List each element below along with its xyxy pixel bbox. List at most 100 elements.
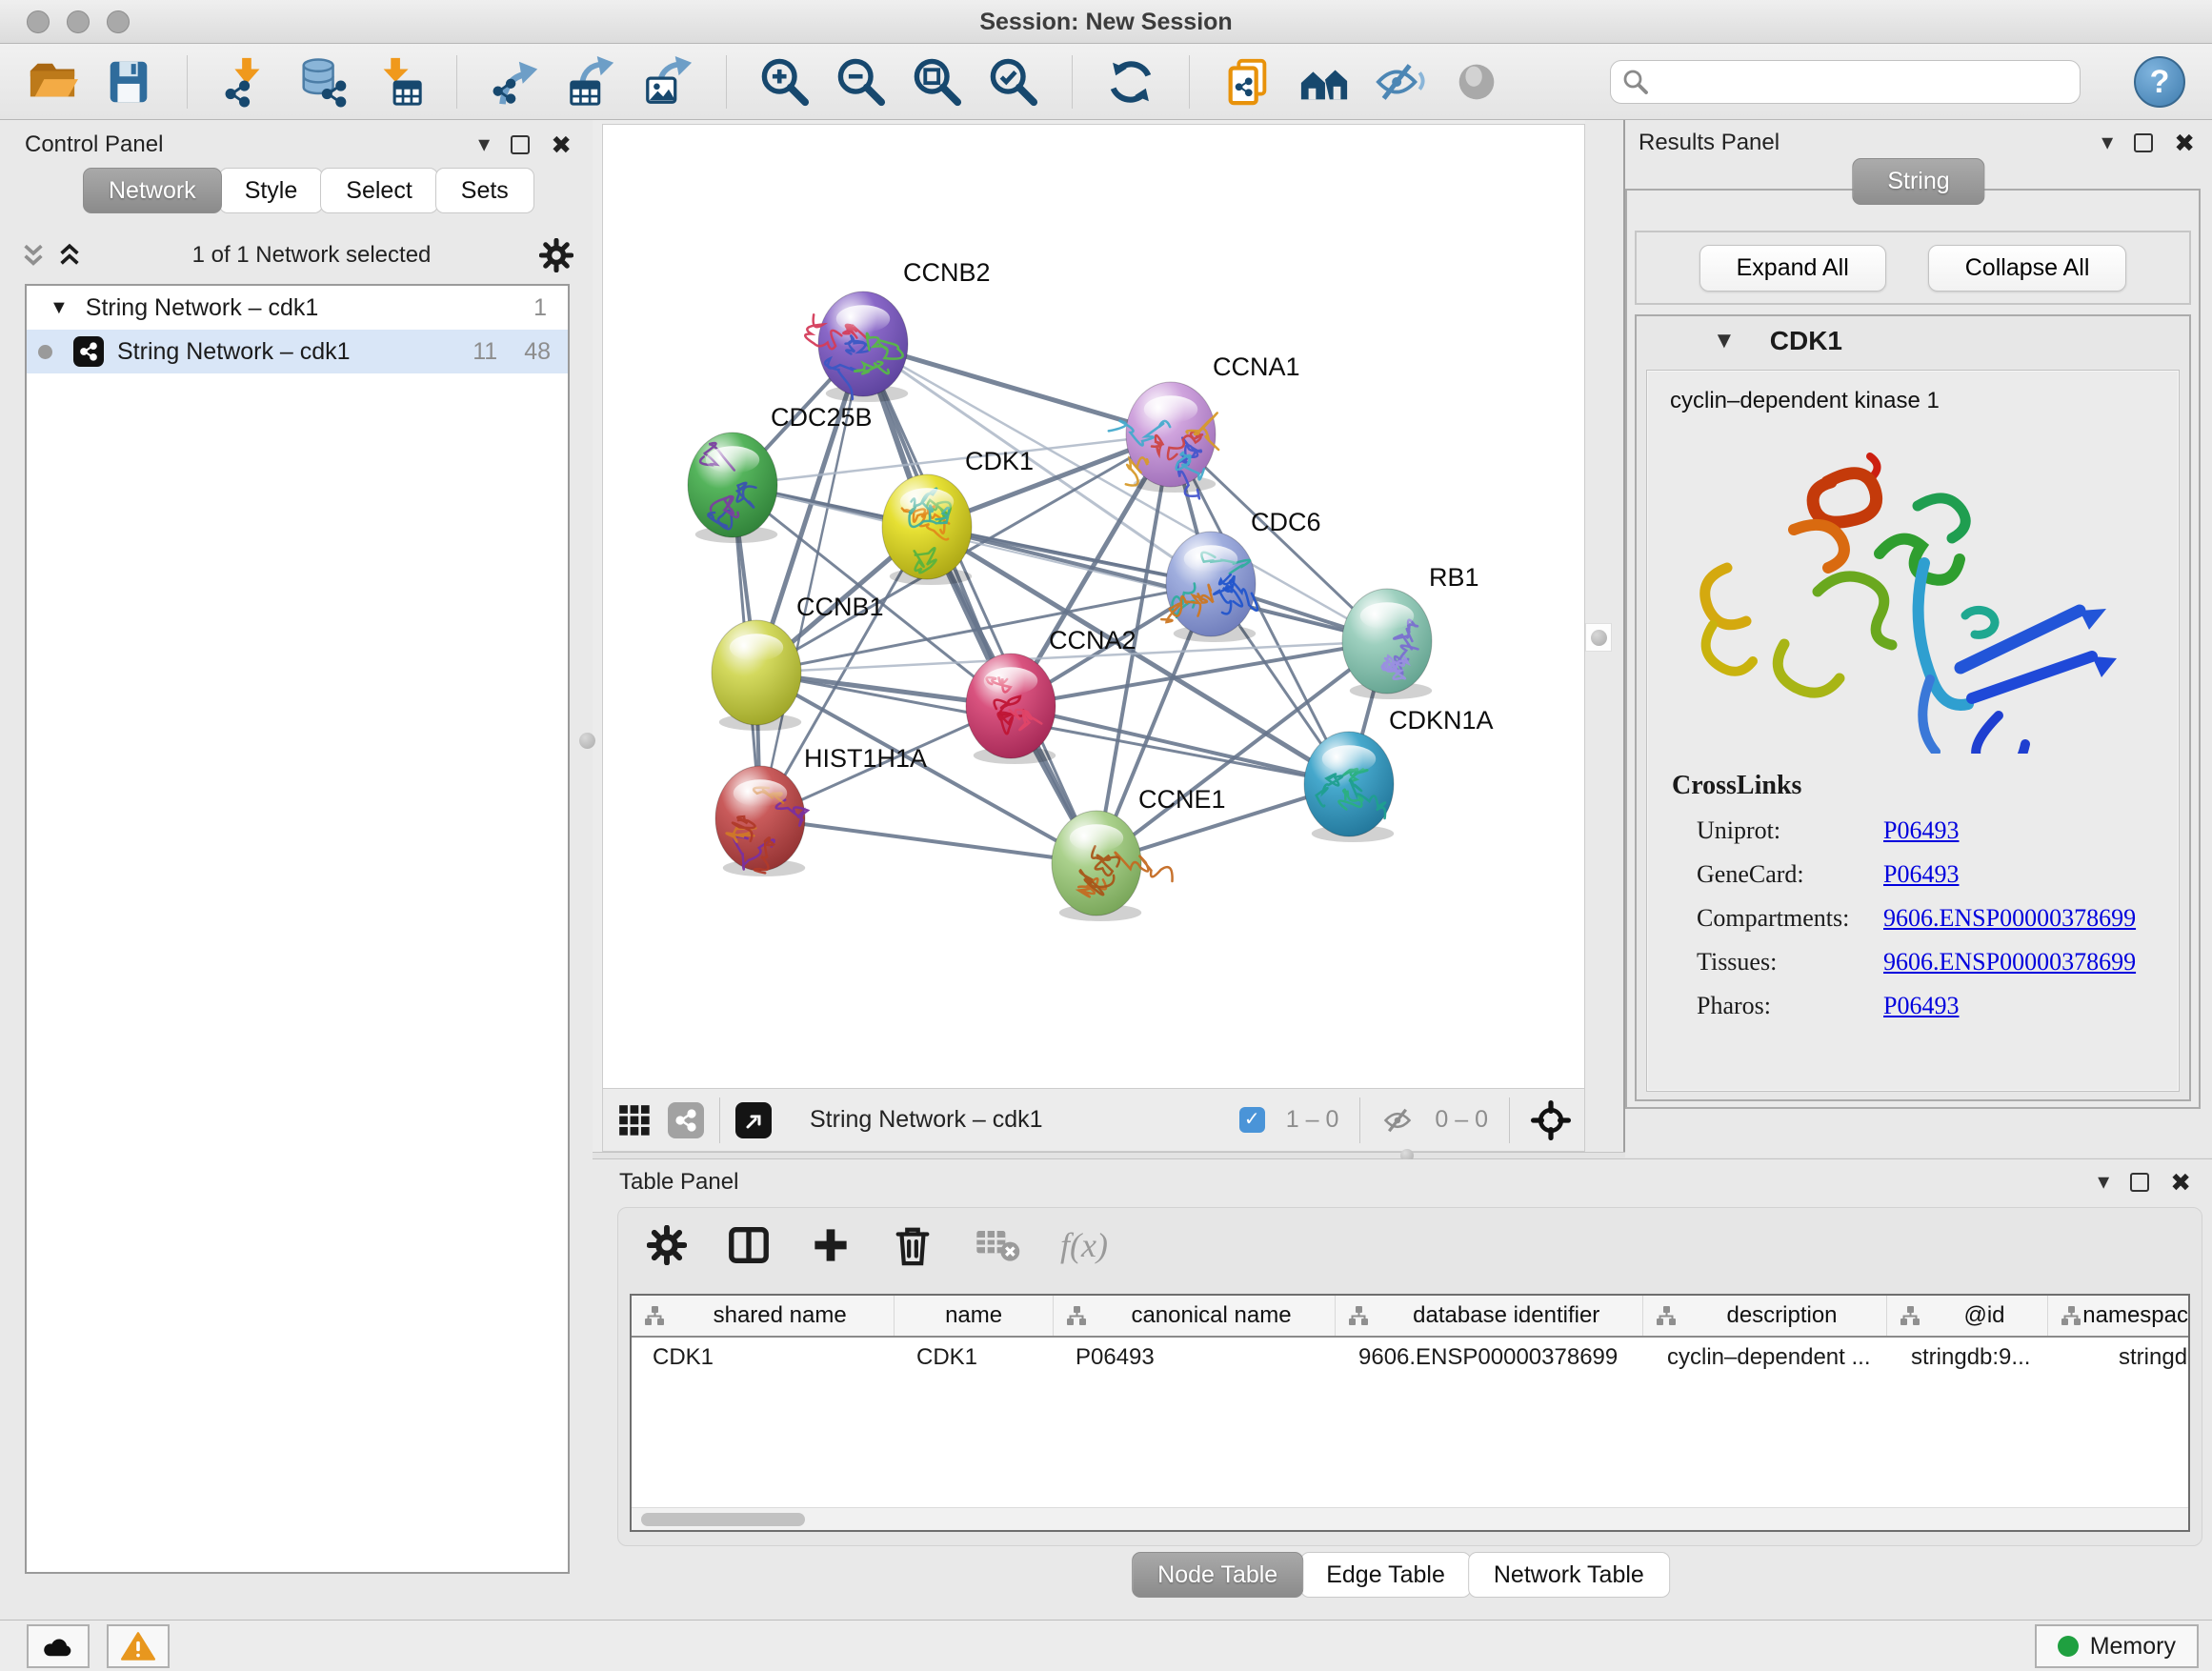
- crosslink-label: Compartments:: [1697, 904, 1883, 933]
- selected-nodes-checkbox-icon[interactable]: ✓: [1239, 1107, 1265, 1133]
- close-panel-icon[interactable]: ✖: [551, 132, 572, 157]
- float-panel-icon[interactable]: [2134, 133, 2153, 152]
- birds-eye-toggle-icon[interactable]: [735, 1102, 772, 1138]
- network-share-view-icon[interactable]: [668, 1102, 704, 1138]
- network-node-CCNA1[interactable]: CCNA1: [1109, 352, 1300, 498]
- control-panel: Control Panel ▾ ✖ Network Style Select S…: [0, 120, 593, 1620]
- cell-name: CDK1: [895, 1344, 1055, 1371]
- column-header-description[interactable]: description: [1643, 1296, 1886, 1336]
- network-node-HIST1H1A[interactable]: HIST1H1A: [715, 744, 927, 876]
- cell-description: cyclin–dependent ...: [1646, 1344, 1890, 1371]
- crosslink-tissues[interactable]: 9606.ENSP00000378699: [1883, 948, 2156, 976]
- tree-expander-icon[interactable]: ▼: [50, 297, 69, 319]
- collapse-panel-icon[interactable]: ▾: [2098, 1171, 2109, 1194]
- network-graph[interactable]: CCNB2CCNA1CDC25BCDK1CDC6RB1CCNB1CCNA2CDK…: [603, 125, 1584, 1088]
- help-button[interactable]: ?: [2134, 56, 2185, 108]
- column-header-shared-name[interactable]: shared name: [632, 1296, 895, 1336]
- collection-label: String Network – cdk1: [86, 294, 319, 322]
- export-table-icon[interactable]: [566, 56, 617, 108]
- hide-panels-eye-icon[interactable]: [1375, 56, 1426, 108]
- close-panel-icon[interactable]: ✖: [2170, 1170, 2191, 1195]
- warnings-button[interactable]: [107, 1624, 170, 1668]
- collapse-panel-icon[interactable]: ▾: [2101, 131, 2113, 154]
- cytoscape-window: Session: New Session: [0, 0, 2212, 1671]
- clone-network-icon[interactable]: [1222, 56, 1274, 108]
- delete-column-trash-icon[interactable]: [891, 1223, 935, 1267]
- expand-all-networks-icon[interactable]: [55, 242, 84, 269]
- birds-eye-houses-icon[interactable]: [1298, 56, 1350, 108]
- table-options-gear-icon[interactable]: [647, 1225, 687, 1265]
- zoom-out-icon[interactable]: [835, 56, 887, 108]
- network-options-gear-icon[interactable]: [539, 238, 573, 272]
- network-canvas[interactable]: CCNB2CCNA1CDC25BCDK1CDC6RB1CCNB1CCNA2CDK…: [602, 124, 1585, 1089]
- crosslink-compartments[interactable]: 9606.ENSP00000378699: [1883, 904, 2156, 933]
- import-table-icon[interactable]: [372, 56, 424, 108]
- tab-network[interactable]: Network: [83, 168, 222, 213]
- cloud-icon: [41, 1632, 75, 1661]
- network-edge-CCNA2-CDKN1A: [1011, 706, 1349, 784]
- column-header-name[interactable]: name: [895, 1296, 1054, 1336]
- expand-all-button[interactable]: Expand All: [1699, 245, 1886, 292]
- import-network-from-database-icon[interactable]: [296, 56, 348, 108]
- float-panel-icon[interactable]: [511, 135, 530, 154]
- zoom-selected-icon[interactable]: [988, 56, 1039, 108]
- export-network-icon[interactable]: [490, 56, 541, 108]
- show-columns-icon[interactable]: [727, 1223, 771, 1267]
- protein-structure-image: [1675, 439, 2151, 754]
- column-header-database-identifier[interactable]: database identifier: [1336, 1296, 1643, 1336]
- grid-view-icon[interactable]: [616, 1102, 653, 1138]
- import-network-icon[interactable]: [220, 56, 271, 108]
- network-collection-row[interactable]: ▼ String Network – cdk1 1: [27, 286, 568, 330]
- collapse-all-networks-icon[interactable]: [19, 242, 48, 269]
- network-view-title: String Network – cdk1: [810, 1106, 1043, 1134]
- export-image-icon[interactable]: [642, 56, 694, 108]
- collapse-all-button[interactable]: Collapse All: [1928, 245, 2127, 292]
- tab-style[interactable]: Style: [219, 168, 324, 213]
- column-header-namespace[interactable]: namespac: [2048, 1296, 2188, 1336]
- crosshair-icon[interactable]: [1531, 1100, 1571, 1140]
- tab-sets[interactable]: Sets: [435, 168, 534, 213]
- add-column-icon[interactable]: [811, 1225, 851, 1265]
- tab-string[interactable]: String: [1852, 158, 1984, 205]
- collapse-panel-icon[interactable]: ▾: [478, 133, 490, 156]
- cell-shared-name: CDK1: [632, 1344, 895, 1371]
- splitter-grip[interactable]: [1585, 623, 1612, 652]
- save-session-icon[interactable]: [103, 56, 154, 108]
- refresh-icon[interactable]: [1105, 56, 1156, 108]
- tab-select[interactable]: Select: [320, 168, 437, 213]
- network-node-CCNB2[interactable]: CCNB2: [805, 258, 990, 402]
- scrollbar-thumb[interactable]: [641, 1513, 805, 1526]
- table-row[interactable]: CDK1 CDK1 P06493 9606.ENSP00000378699 cy…: [632, 1338, 2188, 1378]
- main-toolbar: ?: [0, 44, 2212, 120]
- zoom-in-icon[interactable]: [759, 56, 811, 108]
- left-splitter-grip[interactable]: [579, 733, 595, 749]
- float-panel-icon[interactable]: [2130, 1173, 2149, 1192]
- cloud-status-button[interactable]: [27, 1624, 90, 1668]
- results-panel: Results Panel ▾ ✖ String Expand All Coll…: [1625, 120, 2212, 1158]
- column-header-at-id[interactable]: @id: [1887, 1296, 2049, 1336]
- vertical-splitter[interactable]: [1585, 120, 1625, 1158]
- close-panel-icon[interactable]: ✖: [2174, 131, 2195, 155]
- crosslink-pharos[interactable]: P06493: [1883, 992, 2156, 1020]
- network-node-CCNA2[interactable]: CCNA2: [966, 626, 1136, 764]
- network-node-RB1[interactable]: RB1: [1342, 563, 1479, 699]
- memory-button[interactable]: Memory: [2035, 1624, 2199, 1668]
- global-search-input[interactable]: [1610, 60, 2081, 104]
- network-node-CCNE1[interactable]: CCNE1: [1052, 785, 1226, 921]
- horizontal-scrollbar[interactable]: [632, 1507, 2188, 1530]
- open-folder-icon[interactable]: [27, 56, 78, 108]
- column-header-canonical-name[interactable]: canonical name: [1054, 1296, 1336, 1336]
- memory-status-dot: [2058, 1636, 2079, 1657]
- network-node-CCNB1[interactable]: CCNB1: [712, 593, 884, 731]
- show-panels-orb-icon[interactable]: [1451, 56, 1502, 108]
- tab-edge-table[interactable]: Edge Table: [1300, 1552, 1471, 1598]
- tab-node-table[interactable]: Node Table: [1132, 1552, 1303, 1598]
- crosslink-uniprot[interactable]: P06493: [1883, 816, 2156, 845]
- tab-network-table[interactable]: Network Table: [1468, 1552, 1670, 1598]
- zoom-fit-icon[interactable]: [912, 56, 963, 108]
- network-row-selected[interactable]: String Network – cdk1 11 48: [27, 330, 568, 373]
- crosslink-genecard[interactable]: P06493: [1883, 860, 2156, 889]
- crosslink-label: GeneCard:: [1697, 860, 1883, 889]
- network-node-CDKN1A[interactable]: CDKN1A: [1304, 706, 1494, 842]
- section-expander-icon[interactable]: ▼: [1713, 330, 1736, 352]
